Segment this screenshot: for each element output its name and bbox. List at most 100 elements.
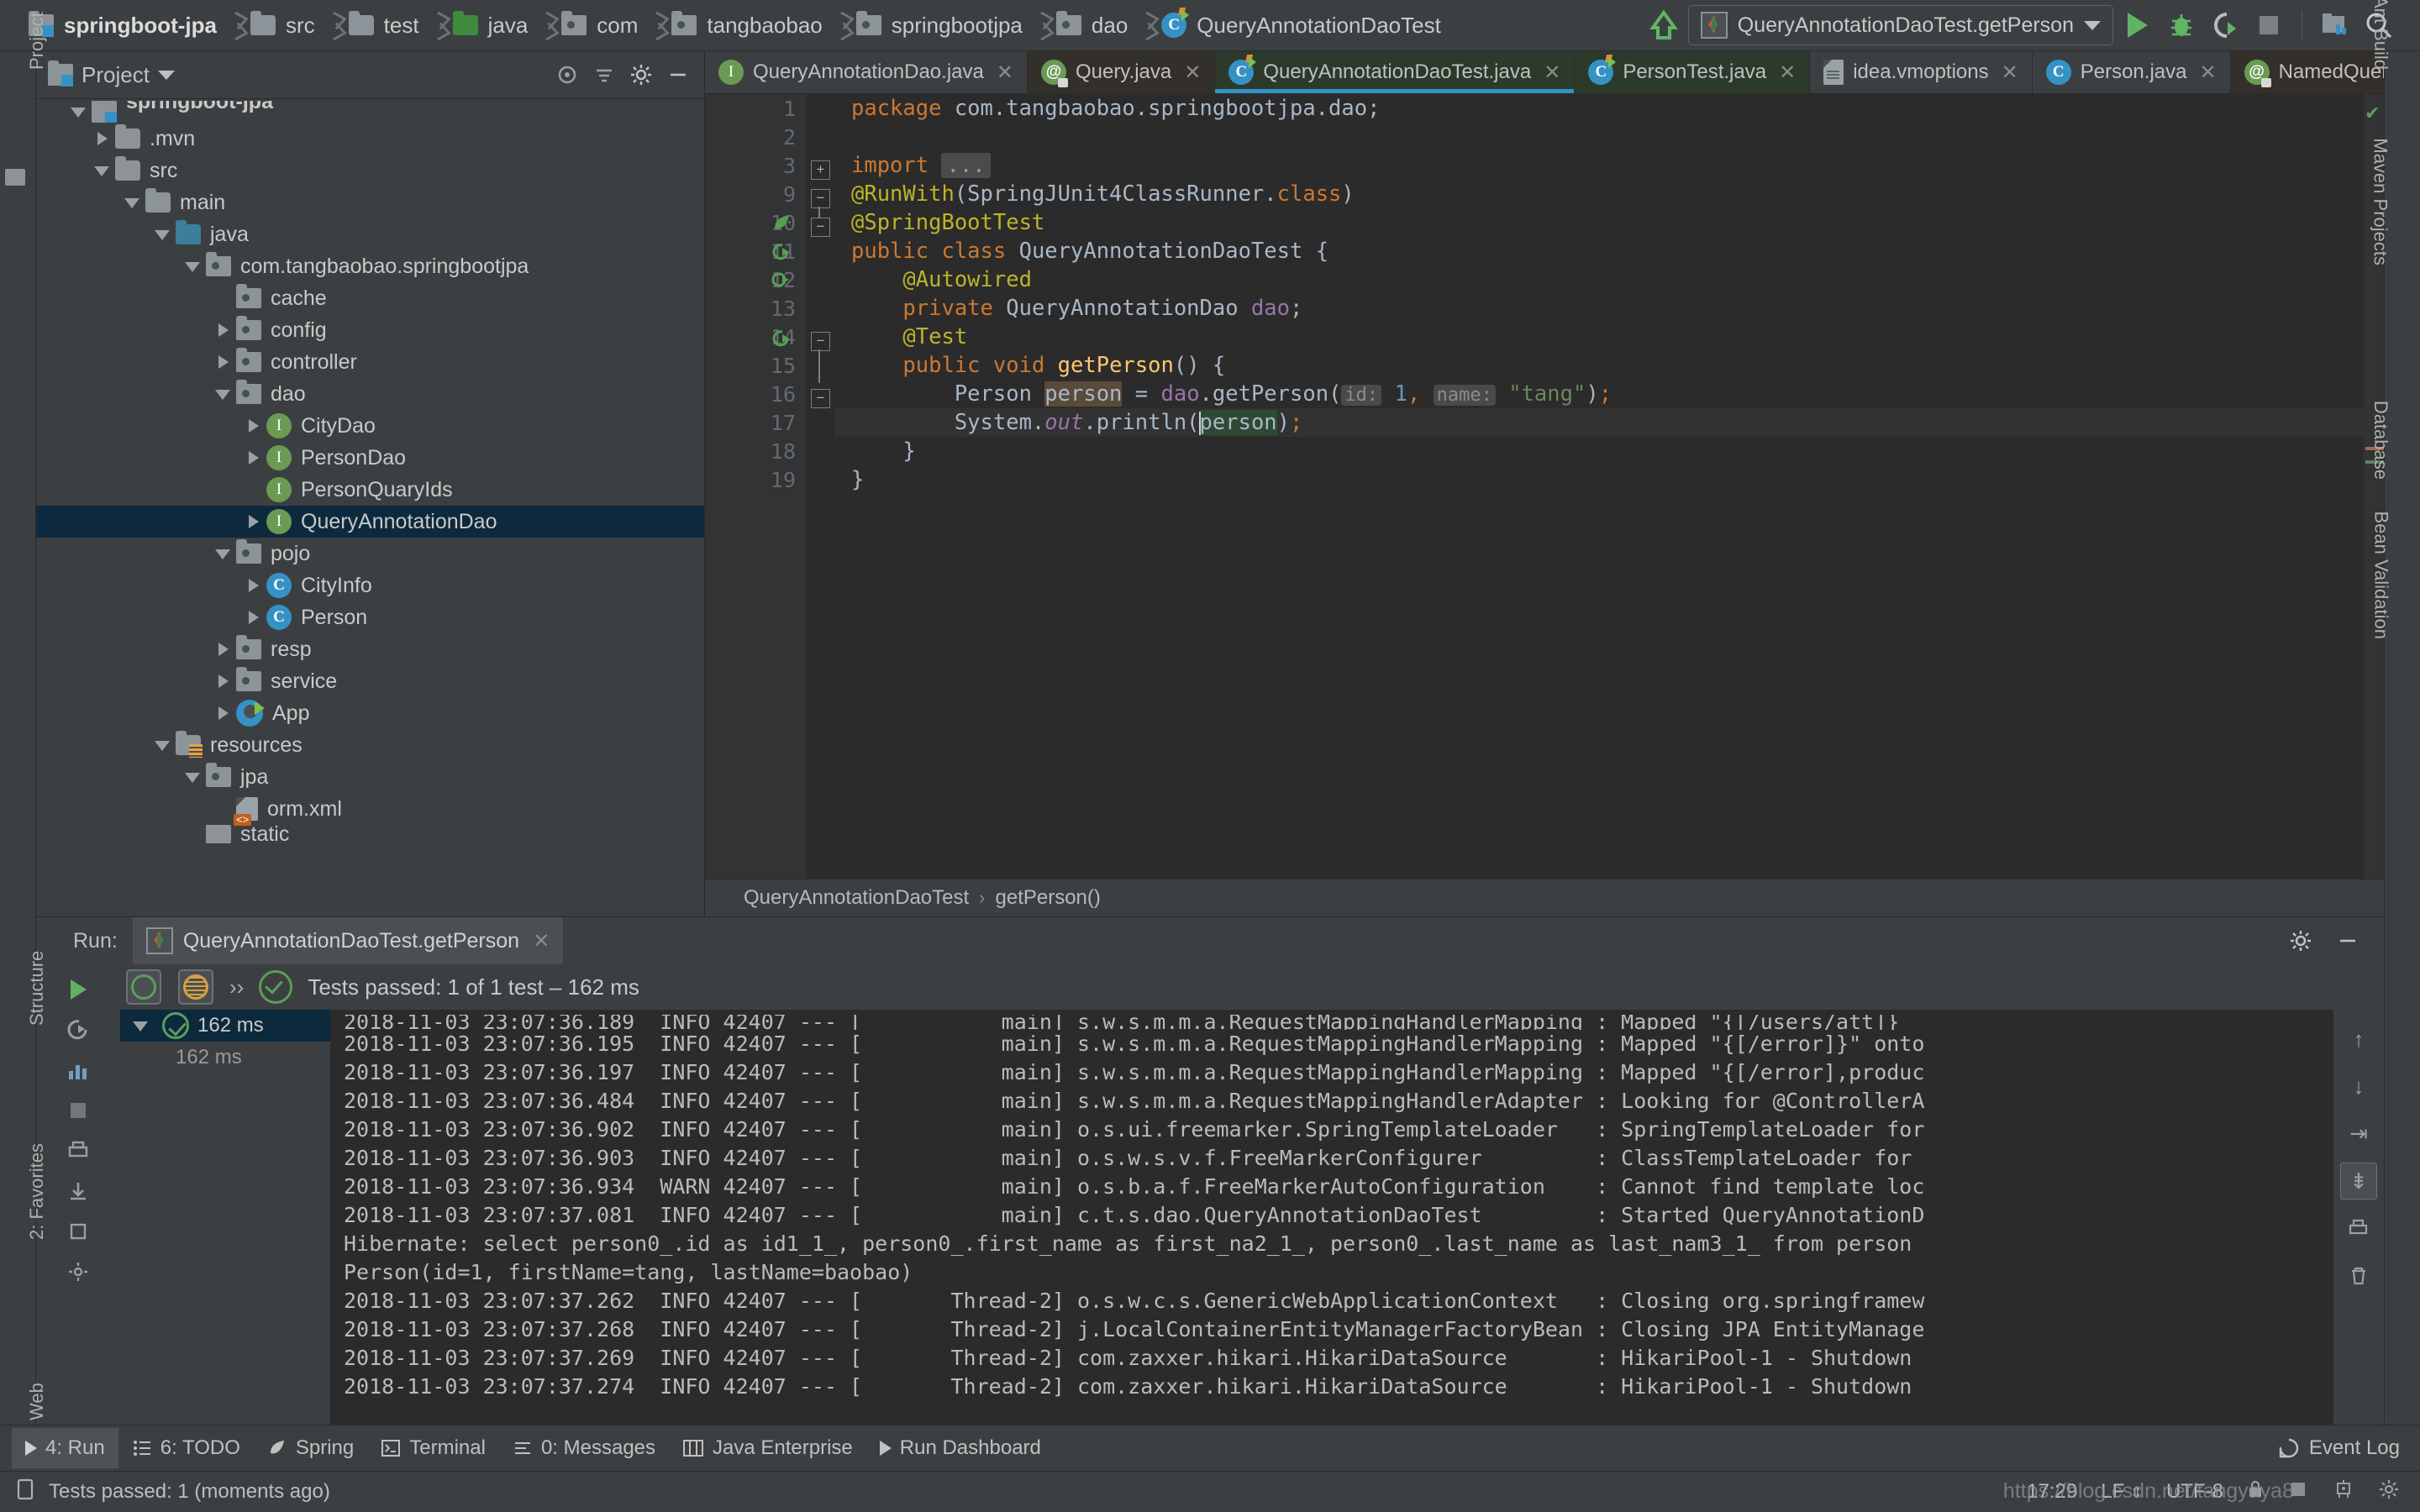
run-test-method-gutter-icon[interactable]	[771, 328, 792, 355]
close-icon[interactable]: ✕	[2199, 60, 2216, 85]
chevron-right-icon[interactable]	[211, 669, 236, 694]
tool-button-java-enterprise[interactable]: Java Enterprise	[669, 1428, 866, 1468]
tree-item-dao[interactable]: dao	[36, 378, 704, 410]
stop-run-button[interactable]	[60, 1092, 97, 1129]
soft-wrap-icon[interactable]: ⇥	[2341, 1116, 2376, 1151]
toggle-auto-test-button[interactable]	[60, 1011, 97, 1048]
tree-item-config[interactable]: config	[36, 314, 704, 346]
close-icon[interactable]: ✕	[997, 60, 1013, 85]
tree-item-mvn[interactable]: .mvn	[36, 123, 704, 155]
tree-item-springboot-jpa[interactable]: springboot-jpa	[36, 101, 704, 123]
chevron-right-icon[interactable]	[211, 318, 236, 343]
tree-item-persondao[interactable]: I PersonDao	[36, 442, 704, 474]
test-statistics-button[interactable]	[60, 1052, 97, 1089]
project-tree[interactable]: springboot-jpa .mvn src	[36, 99, 704, 916]
run-test-gutter-icon[interactable]	[771, 241, 792, 269]
scroll-up-icon[interactable]: ↑	[2341, 1021, 2376, 1057]
fold-collapse-icon[interactable]: −	[811, 218, 830, 237]
pin-tab-button[interactable]	[60, 1213, 97, 1250]
rerun-button[interactable]	[60, 971, 97, 1008]
gear-icon[interactable]	[2286, 927, 2315, 955]
gear-icon[interactable]	[2378, 1478, 2400, 1506]
close-icon[interactable]: ✕	[1779, 60, 1796, 85]
scroll-from-source-icon[interactable]	[553, 60, 581, 89]
rail-button-database[interactable]: Database	[2370, 401, 2391, 480]
tab-queryannotationdao-java[interactable]: I QueryAnnotationDao.java ✕	[705, 51, 1028, 93]
tree-item-queryannotationdao[interactable]: I QueryAnnotationDao	[36, 506, 704, 538]
tree-item-citydao[interactable]: I CityDao	[36, 410, 704, 442]
run-coverage-button[interactable]	[2206, 6, 2244, 45]
rail-button-structure[interactable]: Structure	[26, 951, 48, 1026]
tree-item-jpa[interactable]: jpa	[36, 761, 704, 793]
chevron-down-icon[interactable]	[181, 764, 206, 790]
test-tree-root[interactable]: 162 ms	[120, 1010, 330, 1042]
tree-item-com-tangbaobao-springbootjpa[interactable]: com.tangbaobao.springbootjpa	[36, 250, 704, 282]
close-icon[interactable]: ✕	[2002, 60, 2018, 85]
code-folding-gutter[interactable]: + − − − −	[806, 94, 834, 879]
tree-item-app[interactable]: App	[36, 697, 704, 729]
tree-item-main[interactable]: main	[36, 186, 704, 218]
implemented-method-gutter-icon[interactable]	[771, 269, 792, 297]
tree-item-orm-xml[interactable]: orm.xml	[36, 793, 704, 825]
scroll-to-end-icon[interactable]: ⇟	[2340, 1163, 2377, 1200]
code-editor[interactable]: 1 2 3 9 10 11 12 13 14 15 16 17	[705, 94, 2384, 879]
breadcrumb-item-com[interactable]: com	[561, 13, 643, 39]
print-results-button[interactable]	[60, 1132, 97, 1169]
chevron-down-icon[interactable]	[211, 381, 236, 407]
chevron-right-icon[interactable]	[241, 605, 266, 630]
breadcrumb-item-java[interactable]: java	[453, 13, 534, 39]
breadcrumb-item-springbootjpa[interactable]: springbootjpa	[856, 13, 1028, 39]
tree-item-controller[interactable]: controller	[36, 346, 704, 378]
show-ignored-button[interactable]	[177, 969, 214, 1005]
tree-item-cache[interactable]: cache	[36, 282, 704, 314]
test-results-tree[interactable]: 162 ms 162 ms	[120, 1010, 330, 1425]
expand-test-tree-icon[interactable]: ››	[229, 974, 244, 1000]
tree-item-resources[interactable]: resources	[36, 729, 704, 761]
breadcrumb-class[interactable]: QueryAnnotationDaoTest	[744, 886, 969, 910]
chevron-right-icon[interactable]	[211, 349, 236, 375]
hide-panel-icon[interactable]	[664, 60, 692, 89]
chevron-down-icon[interactable]	[181, 254, 206, 279]
tool-button-run-dashboard[interactable]: Run Dashboard	[866, 1428, 1055, 1468]
breadcrumb-item-class[interactable]: C QueryAnnotationDaoTest	[1161, 13, 1446, 39]
run-tab[interactable]: QueryAnnotationDaoTest.getPerson ✕	[133, 917, 563, 964]
rail-button-maven-projects[interactable]: Maven Projects	[2370, 138, 2391, 265]
clear-all-icon[interactable]	[2341, 1258, 2376, 1294]
rail-button-project[interactable]: Project	[26, 13, 48, 70]
project-structure-button[interactable]	[2316, 6, 2354, 45]
show-passed-button[interactable]	[125, 969, 162, 1005]
breadcrumb-item-tangbaobao[interactable]: tangbaobao	[671, 13, 827, 39]
fold-collapse-icon[interactable]: −	[811, 189, 830, 208]
print-icon[interactable]	[2341, 1211, 2376, 1247]
robot-icon[interactable]	[2333, 1478, 2354, 1506]
chevron-right-icon[interactable]	[241, 509, 266, 534]
tree-item-src[interactable]: src	[36, 155, 704, 186]
run-button[interactable]	[2118, 6, 2157, 45]
test-tree-child[interactable]: 162 ms	[120, 1042, 330, 1074]
breadcrumb-item-project[interactable]: springboot-jpa	[29, 13, 222, 39]
tab-query-java[interactable]: @ Query.java ✕	[1028, 51, 1215, 93]
chevron-right-icon[interactable]	[241, 413, 266, 438]
run-configuration-selector[interactable]: QueryAnnotationDaoTest.getPerson	[1688, 5, 2113, 45]
chevron-down-icon[interactable]	[150, 732, 176, 758]
tab-person-java[interactable]: C Person.java ✕	[2033, 51, 2231, 93]
tree-item-person[interactable]: C Person	[36, 601, 704, 633]
update-project-button[interactable]	[1644, 6, 1683, 45]
chevron-down-icon[interactable]	[66, 101, 92, 123]
stop-button[interactable]	[2249, 6, 2288, 45]
chevron-right-icon[interactable]	[241, 573, 266, 598]
code-content[interactable]: package com.tangbaobao.springbootjpa.dao…	[834, 94, 2364, 879]
close-icon[interactable]: ✕	[533, 929, 550, 953]
tool-button-terminal[interactable]: Terminal	[367, 1428, 499, 1468]
fold-collapse-icon[interactable]: −	[811, 332, 830, 351]
fold-collapse-icon[interactable]: −	[811, 389, 830, 408]
tree-item-resp[interactable]: resp	[36, 633, 704, 665]
tree-item-pojo[interactable]: pojo	[36, 538, 704, 570]
hide-panel-icon[interactable]	[2333, 927, 2362, 955]
debug-button[interactable]	[2162, 6, 2201, 45]
chevron-down-icon[interactable]	[211, 541, 236, 566]
tree-item-personquaryids[interactable]: I PersonQuaryIds	[36, 474, 704, 506]
rail-button-web[interactable]: Web	[26, 1383, 48, 1420]
breadcrumb-item-src[interactable]: src	[250, 13, 320, 39]
rail-button-ant-build[interactable]: Ant Build	[2370, 0, 2391, 70]
